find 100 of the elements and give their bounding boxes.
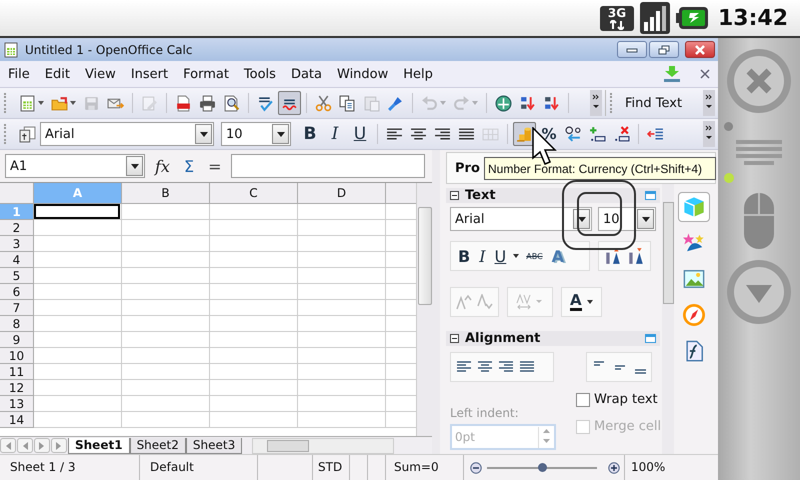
menu-item[interactable]: Tools [244, 66, 276, 82]
caret-icon[interactable] [513, 254, 520, 258]
indicator-light [724, 173, 734, 183]
row-header[interactable]: 11 [0, 364, 34, 380]
battery-icon [676, 5, 708, 31]
menu-item[interactable]: View [84, 66, 116, 82]
spreadsheet-icon [19, 94, 36, 112]
close-document-icon[interactable] [700, 69, 710, 79]
selection-mode: STD [313, 455, 350, 480]
row-header[interactable]: 9 [0, 332, 34, 348]
section-header[interactable]: Alignment [446, 331, 660, 346]
font-combo[interactable]: 10 [221, 122, 291, 146]
caret-icon [440, 101, 446, 105]
column-header[interactable]: B [122, 183, 210, 204]
name-box[interactable]: A1 [5, 154, 145, 178]
magnifier-icon [223, 94, 240, 112]
column-header[interactable]: C [210, 183, 298, 204]
sheet-tab[interactable]: Sheet1 [68, 438, 130, 454]
italic-button[interactable]: I [323, 122, 347, 146]
shadow-button[interactable]: A [550, 246, 566, 266]
chevron-icon [592, 94, 600, 110]
row-header[interactable]: 14 [0, 412, 34, 428]
row-header[interactable]: 10 [0, 348, 34, 364]
zoom-percent: 100% [624, 455, 666, 480]
sheet-nav-button[interactable] [0, 438, 16, 453]
font-color-button[interactable]: A [561, 287, 602, 317]
menu-item[interactable]: Window [337, 66, 388, 82]
font-combo[interactable]: Arial [40, 122, 214, 146]
undo-icon [421, 94, 438, 112]
menu-item[interactable]: Format [183, 66, 229, 82]
tooltip: Number Format: Currency (Ctrl+Shift+4) [484, 157, 716, 180]
toolbar-button[interactable] [278, 91, 301, 115]
equals-button[interactable]: = [204, 156, 226, 176]
underline-button[interactable]: U [348, 122, 372, 146]
row-header[interactable]: 3 [0, 236, 34, 252]
download-icon[interactable] [663, 66, 681, 82]
restore-button[interactable] [649, 41, 679, 58]
font-name-combo[interactable]: Arial [450, 207, 592, 231]
remove-decimal-icon [613, 126, 630, 142]
collapse-icon[interactable] [450, 334, 459, 343]
row-header[interactable]: 13 [0, 396, 34, 412]
scroll-thumb[interactable] [267, 440, 310, 452]
vertical-scrollbar[interactable] [662, 184, 674, 454]
spreadsheet-icon [3, 42, 19, 58]
more-options-icon[interactable] [645, 334, 656, 343]
vertical-scrollbar[interactable] [416, 183, 432, 436]
caret-icon [70, 101, 76, 105]
overflow-button[interactable] [703, 121, 715, 147]
more-options-icon[interactable] [645, 191, 656, 200]
close-button[interactable] [685, 41, 715, 58]
row-header[interactable]: 2 [0, 220, 34, 236]
scroll-thumb[interactable] [418, 207, 432, 305]
checkbox-label[interactable]: Wrap text [594, 392, 658, 407]
row-header[interactable]: 12 [0, 380, 34, 396]
sheet-nav-button[interactable] [34, 438, 50, 453]
bold-button[interactable]: B [456, 246, 472, 266]
zoom-in-icon[interactable] [608, 462, 620, 474]
column-header[interactable]: D [298, 183, 386, 204]
horizontal-scrollbar[interactable] [252, 438, 394, 454]
collapse-icon[interactable] [450, 191, 459, 200]
clipboard-icon [363, 94, 380, 112]
text-size-up-icon[interactable] [604, 247, 622, 265]
menu-item[interactable]: Data [290, 66, 322, 82]
menu-item[interactable]: Edit [44, 66, 70, 82]
caret-icon[interactable] [586, 300, 593, 304]
sheet-nav-button[interactable] [17, 438, 33, 453]
strike-button[interactable]: ABC [524, 252, 545, 260]
italic-button[interactable]: I [477, 246, 488, 266]
row-header[interactable]: 6 [0, 284, 34, 300]
sum-button[interactable]: Σ [180, 156, 198, 176]
section-title: Text [465, 188, 497, 203]
font-size-combo[interactable]: 10 [598, 207, 656, 231]
sheet-tab[interactable]: Sheet3 [186, 438, 242, 454]
menu-item[interactable]: Insert [130, 66, 168, 82]
sheet-nav-button[interactable] [51, 438, 67, 453]
underline-button[interactable]: U [492, 246, 508, 266]
minimize-button[interactable] [617, 41, 647, 58]
paintbrush-icon [387, 94, 404, 112]
slider-thumb[interactable] [538, 462, 547, 472]
compass-icon [683, 304, 705, 326]
find-text-label[interactable]: Find Text [625, 96, 699, 110]
row-header[interactable]: 4 [0, 252, 34, 268]
row-header[interactable]: 7 [0, 300, 34, 316]
formula-input[interactable] [231, 154, 426, 178]
overflow-button[interactable] [590, 90, 602, 116]
menu-item[interactable]: File [8, 66, 30, 82]
row-header[interactable]: 5 [0, 268, 34, 284]
wizard-button[interactable]: fx [151, 156, 174, 176]
row-header[interactable]: 8 [0, 316, 34, 332]
zoom-out-icon[interactable] [470, 462, 482, 474]
indicator-light [724, 122, 733, 131]
sheet-tab[interactable]: Sheet2 [130, 438, 186, 454]
section-header[interactable]: Text [446, 188, 660, 203]
coins-icon [516, 126, 533, 142]
scroll-thumb[interactable] [663, 202, 674, 304]
overflow-button[interactable] [703, 90, 715, 116]
menu-item[interactable]: Help [403, 66, 433, 82]
text-size-down-icon[interactable] [627, 247, 645, 265]
bold-button[interactable]: B [298, 122, 322, 146]
checkbox[interactable] [576, 392, 590, 406]
